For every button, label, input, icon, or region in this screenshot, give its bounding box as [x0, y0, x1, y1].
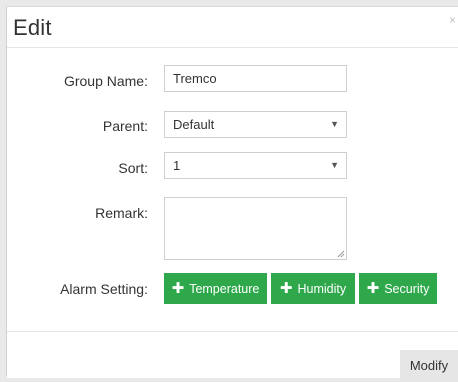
sort-select-value: 1 [173, 158, 181, 173]
edit-dialog: Edit × Group Name: Parent: Default ▼ Sor… [6, 6, 458, 382]
sort-select[interactable]: 1 ▼ [164, 152, 347, 179]
parent-select[interactable]: Default ▼ [164, 111, 347, 138]
caret-down-icon: ▼ [330, 160, 339, 170]
dialog-footer: Modify [7, 331, 458, 382]
resize-handle-icon[interactable] [337, 250, 345, 258]
parent-select-value: Default [173, 117, 215, 132]
temperature-label: Temperature [189, 282, 260, 296]
add-temperature-button[interactable]: ✚ Temperature [164, 273, 267, 304]
caret-down-icon: ▼ [330, 119, 339, 129]
group-name-input[interactable] [164, 65, 347, 92]
modify-button[interactable]: Modify [400, 350, 458, 382]
remark-wrapper [164, 197, 347, 260]
sort-label: Sort: [118, 160, 148, 176]
plus-icon: ✚ [171, 280, 185, 297]
plus-icon: ✚ [279, 280, 293, 297]
plus-icon: ✚ [366, 280, 380, 297]
alarm-setting-label: Alarm Setting: [60, 281, 148, 297]
add-humidity-button[interactable]: ✚ Humidity [271, 273, 355, 304]
security-label: Security [384, 282, 430, 296]
group-name-label: Group Name: [63, 73, 148, 89]
remark-label: Remark: [95, 205, 148, 221]
remark-textarea[interactable] [164, 197, 347, 260]
humidity-label: Humidity [297, 282, 347, 296]
dialog-title: Edit [13, 15, 52, 40]
dialog-header: Edit × [7, 7, 458, 48]
close-icon[interactable]: × [449, 13, 456, 27]
parent-label: Parent: [102, 118, 148, 134]
add-security-button[interactable]: ✚ Security [359, 273, 437, 304]
